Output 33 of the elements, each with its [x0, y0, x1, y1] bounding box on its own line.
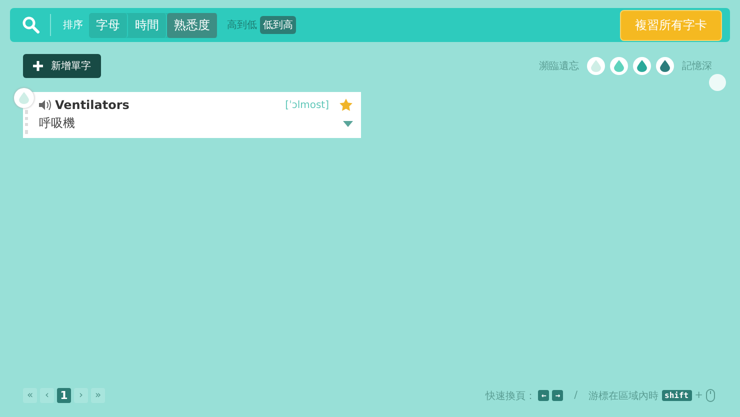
left-key: ←	[538, 390, 550, 401]
word-text: Ventilators	[55, 98, 130, 112]
review-all-button[interactable]: 複習所有字卡	[620, 10, 722, 40]
order-option[interactable]: 低到高	[260, 16, 296, 34]
drop-icon[interactable]	[633, 57, 651, 75]
next-page-button[interactable]: ›	[74, 388, 88, 403]
star-icon[interactable]	[339, 98, 353, 112]
shift-key: shift	[662, 390, 692, 401]
legend-label: 瀕臨遺忘	[539, 60, 579, 73]
drop-icon[interactable]	[656, 57, 674, 75]
page-button[interactable]: 1	[57, 388, 71, 403]
plus-icon	[33, 61, 43, 71]
sort-tab[interactable]: 熟悉度	[167, 12, 218, 38]
mouse-icon	[706, 389, 715, 402]
floating-handle[interactable]	[709, 74, 726, 91]
shortcut-label: 快速換頁：	[485, 390, 536, 402]
phonetic-text: [ˈɔlmost]	[285, 100, 329, 110]
speaker-icon[interactable]	[39, 100, 51, 110]
sort-label: 排序	[63, 18, 83, 32]
separator-text: /	[574, 390, 578, 401]
first-page-button[interactable]: «	[23, 388, 37, 403]
meaning-text: 呼吸機	[39, 115, 76, 132]
plus-text: +	[694, 390, 703, 401]
order-option[interactable]: 高到低	[224, 16, 260, 34]
legend-label: 記憶深	[682, 60, 712, 73]
caret-icon[interactable]	[343, 120, 353, 126]
last-page-button[interactable]: »	[91, 388, 105, 403]
right-key: →	[552, 390, 564, 401]
add-word-button[interactable]: 新增單字	[23, 54, 101, 78]
search-icon[interactable]	[22, 16, 40, 34]
hover-hint: 游標在區域內時	[588, 390, 659, 402]
previous-page-button[interactable]: ‹	[40, 388, 54, 403]
sort-tab[interactable]: 字母	[89, 12, 128, 38]
